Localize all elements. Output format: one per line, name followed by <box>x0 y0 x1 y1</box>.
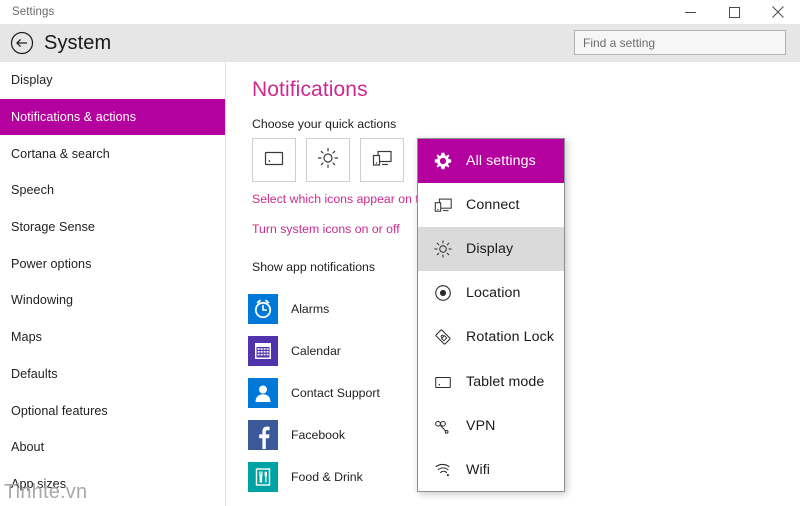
setting-label: Show app notifications <box>252 260 376 274</box>
sidebar-item-maps[interactable]: Maps <box>0 319 225 356</box>
sidebar-item-display[interactable]: Display <box>0 62 225 99</box>
flyout-item-rotation-lock[interactable]: Rotation Lock <box>418 315 564 359</box>
app-name: Calendar <box>291 344 341 358</box>
sidebar-item-label: Maps <box>11 330 42 345</box>
quick-action-tile-tablet-mode[interactable] <box>252 138 296 182</box>
flyout-item-wifi[interactable]: Wifi <box>418 448 564 492</box>
connect-icon <box>432 194 454 216</box>
sidebar-item-label: Optional features <box>11 403 108 418</box>
flyout-item-label: Display <box>466 241 514 258</box>
flyout-item-label: Rotation Lock <box>466 329 555 346</box>
flyout-item-all-settings[interactable]: All settings <box>418 139 564 184</box>
flyout-item-label: All settings <box>466 153 536 170</box>
flyout-item-label: Location <box>466 285 521 302</box>
sidebar-item-defaults[interactable]: Defaults <box>0 356 225 393</box>
sidebar-item-storage-sense[interactable]: Storage Sense <box>0 209 225 246</box>
window-title: Settings <box>12 6 55 18</box>
sidebar-item-label: Notifications & actions <box>11 110 137 125</box>
sidebar-item-cortana-search[interactable]: Cortana & search <box>0 135 225 172</box>
quick-action-tiles <box>252 138 404 182</box>
quick-action-flyout: All settings Connect Display Location Ro… <box>417 138 565 492</box>
page-title-system: System <box>44 31 112 54</box>
sidebar-item-label: Windowing <box>11 293 74 308</box>
flyout-item-label: Tablet mode <box>466 373 545 390</box>
flyout-item-label: Wifi <box>466 461 491 478</box>
calendar-icon <box>248 336 278 366</box>
sidebar-item-power-options[interactable]: Power options <box>0 245 225 282</box>
fork-knife-icon <box>248 462 278 492</box>
sidebar-item-label: Speech <box>11 183 55 198</box>
gear-icon <box>432 150 454 172</box>
settings-window: Settings System Display <box>0 0 800 506</box>
flyout-item-location[interactable]: Location <box>418 271 564 315</box>
link-turn-system-icons[interactable]: Turn system icons on or off <box>252 222 400 236</box>
sidebar-item-speech[interactable]: Speech <box>0 172 225 209</box>
page-header: System <box>0 24 800 62</box>
tablet-mode-icon <box>432 371 454 393</box>
notifications-heading: Notifications <box>252 78 368 101</box>
sidebar-item-label: Power options <box>11 256 92 271</box>
sidebar-item-label: Storage Sense <box>11 220 95 235</box>
app-name: Alarms <box>291 302 330 316</box>
brightness-icon <box>432 238 454 260</box>
facebook-icon <box>248 420 278 450</box>
sidebar-item-label: Display <box>11 73 53 88</box>
rotation-lock-icon <box>432 326 454 348</box>
tablet-mode-icon <box>263 147 285 174</box>
window-controls <box>668 0 800 24</box>
minimize-button[interactable] <box>668 0 712 24</box>
flyout-item-vpn[interactable]: VPN <box>418 404 564 448</box>
maximize-button[interactable] <box>712 0 756 24</box>
flyout-item-connect[interactable]: Connect <box>418 183 564 227</box>
flyout-item-tablet-mode[interactable]: Tablet mode <box>418 359 564 403</box>
app-name: Facebook <box>291 428 346 442</box>
flyout-item-display[interactable]: Display <box>418 227 564 272</box>
sidebar-item-notifications-actions[interactable]: Notifications & actions <box>0 98 225 136</box>
watermark: Tinhte.vn <box>4 481 88 503</box>
search-box[interactable] <box>574 30 786 55</box>
wifi-icon <box>432 459 454 481</box>
brightness-icon <box>317 147 339 174</box>
location-icon <box>432 282 454 304</box>
contact-person-icon <box>248 378 278 408</box>
flyout-item-label: VPN <box>466 417 496 434</box>
vpn-icon <box>432 415 454 437</box>
title-bar: Settings <box>0 0 800 24</box>
sidebar-item-optional-features[interactable]: Optional features <box>0 392 225 429</box>
sidebar-item-label: Cortana & search <box>11 146 110 161</box>
sidebar-item-windowing[interactable]: Windowing <box>0 282 225 319</box>
connect-icon <box>371 147 393 174</box>
search-input[interactable] <box>575 35 785 50</box>
back-arrow-icon[interactable] <box>9 30 35 56</box>
close-button[interactable] <box>756 0 800 24</box>
alarm-clock-icon <box>248 294 278 324</box>
sidebar: Display Notifications & actions Cortana … <box>0 62 225 506</box>
app-name: Food & Drink <box>291 470 363 484</box>
quick-actions-label: Choose your quick actions <box>252 117 397 131</box>
sidebar-item-label: Defaults <box>11 366 58 381</box>
app-name: Contact Support <box>291 386 380 400</box>
quick-action-tile-brightness[interactable] <box>306 138 350 182</box>
sidebar-item-about[interactable]: About <box>0 429 225 466</box>
quick-action-tile-connect[interactable] <box>360 138 404 182</box>
flyout-item-label: Connect <box>466 197 520 214</box>
sidebar-item-label: About <box>11 440 45 455</box>
